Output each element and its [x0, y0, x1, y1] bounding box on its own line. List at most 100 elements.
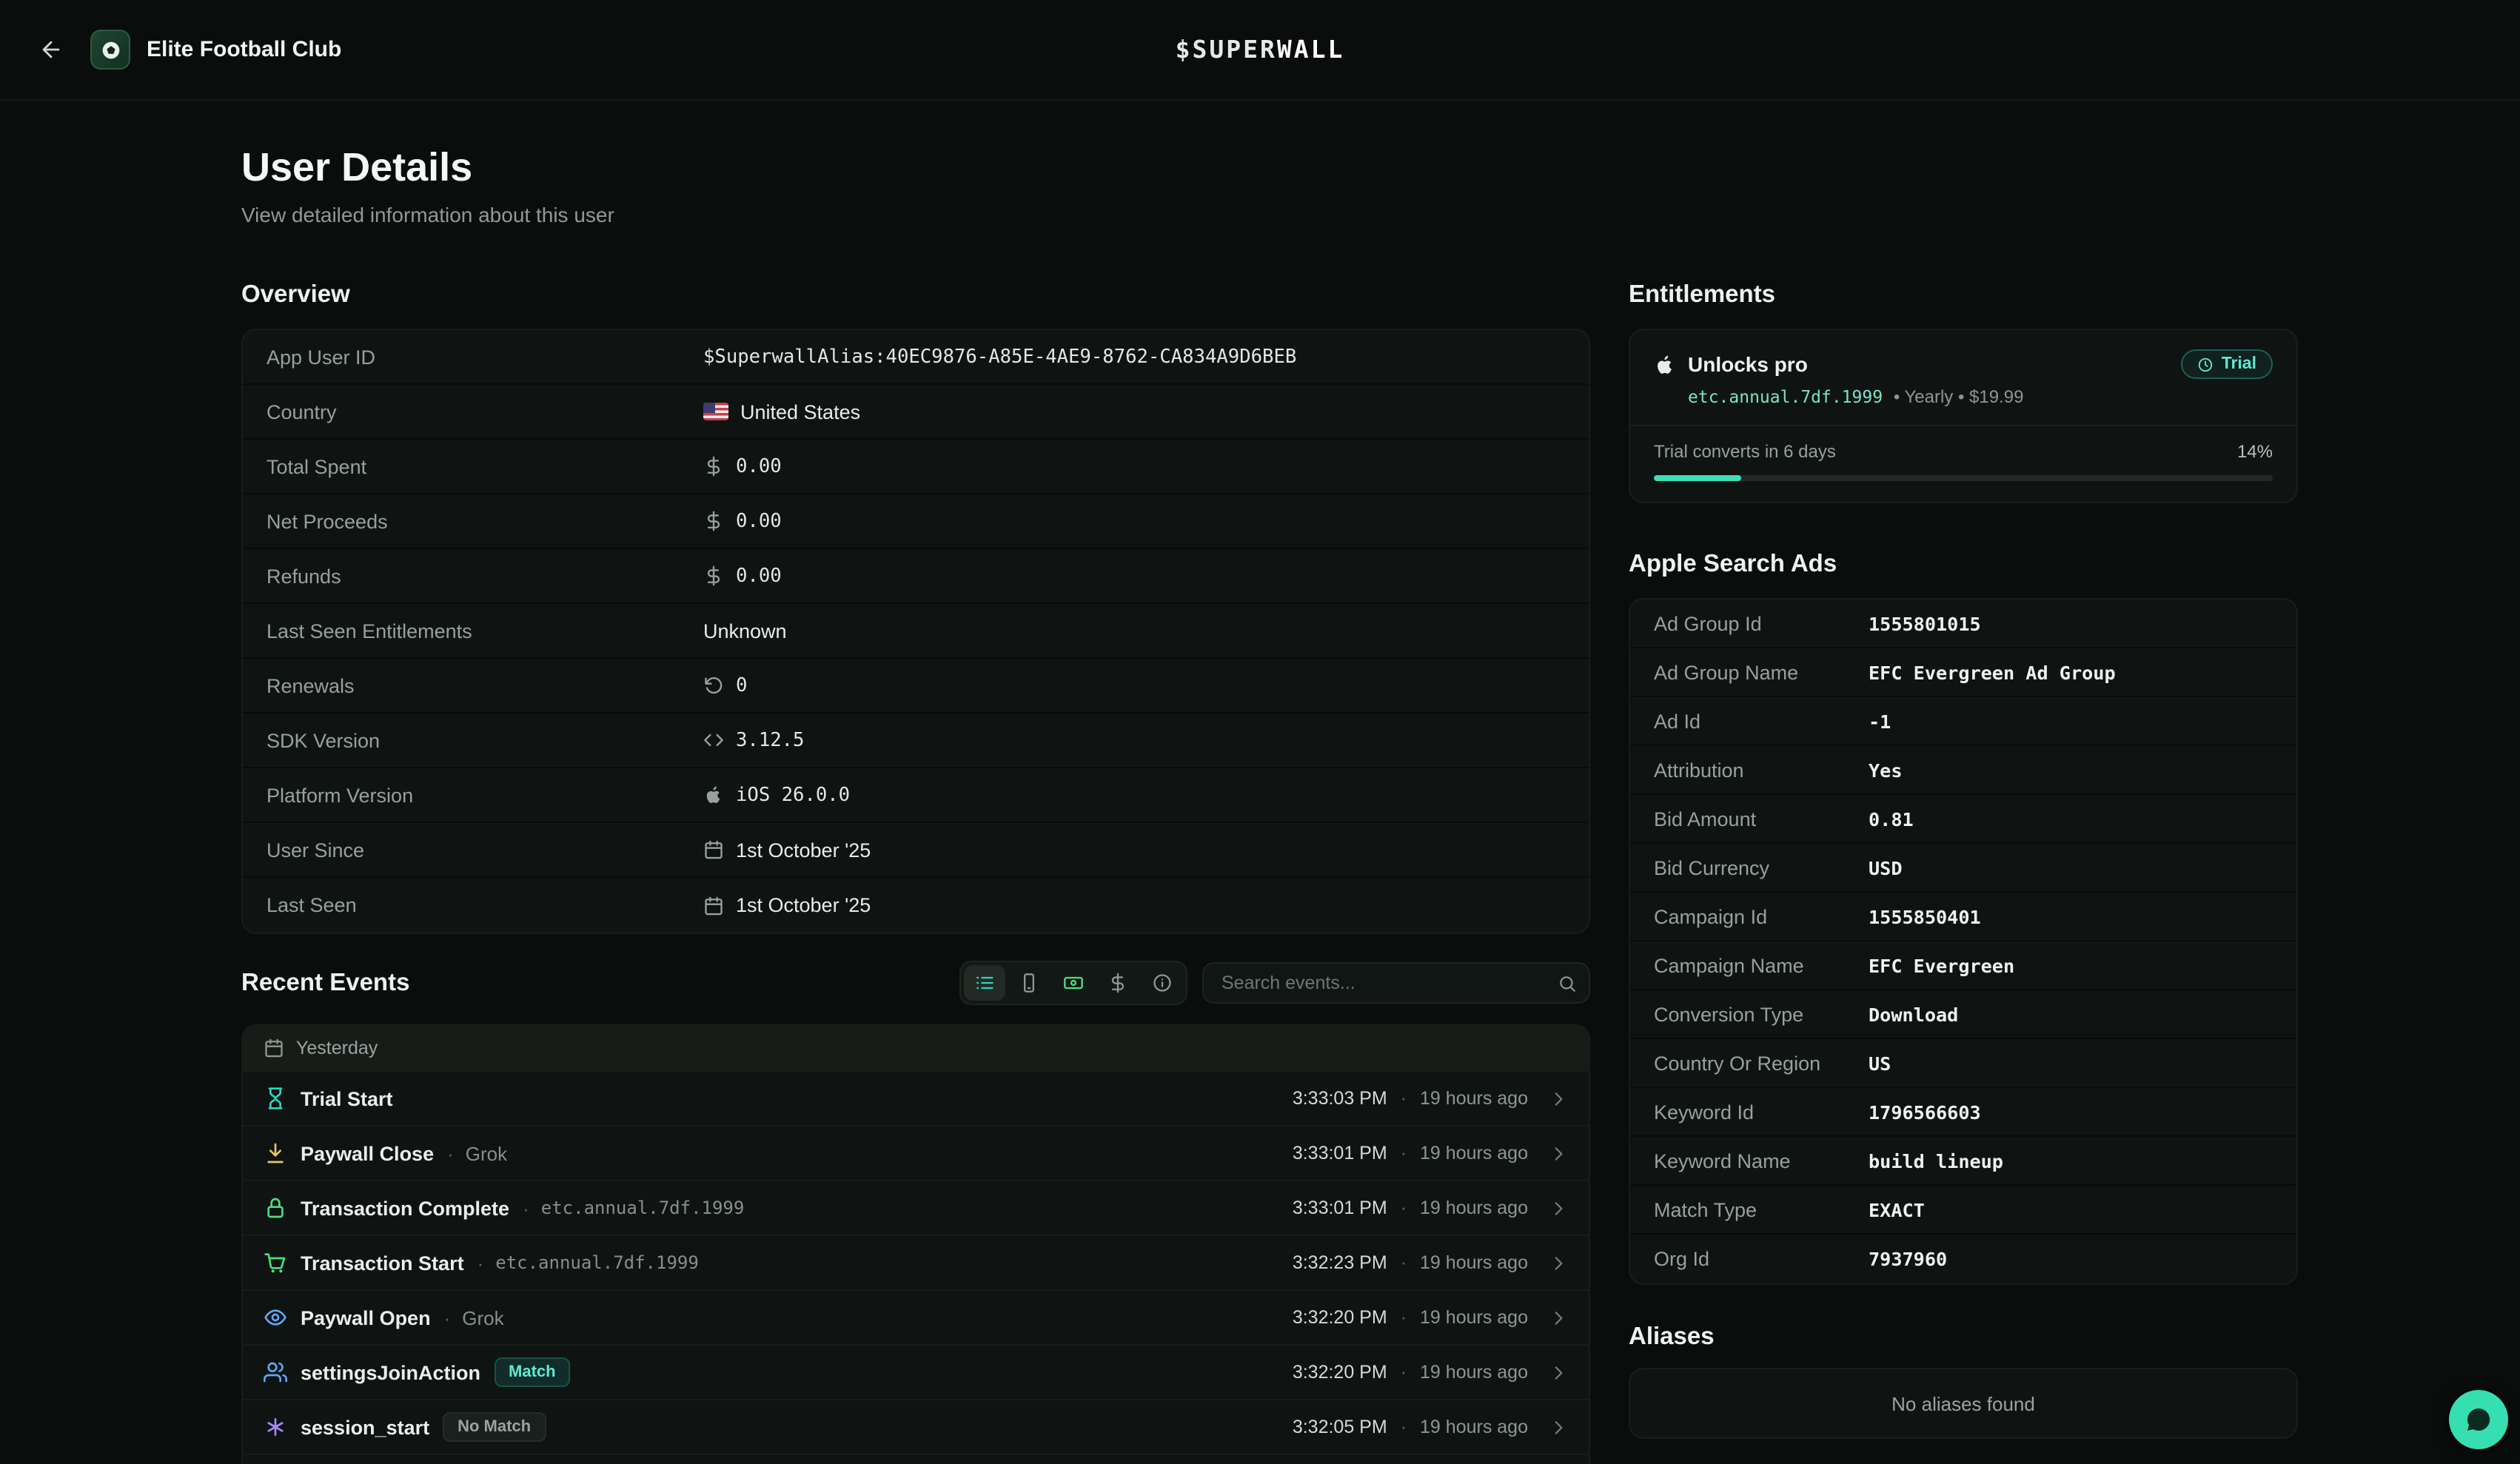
event-title: Transaction Start	[301, 1252, 464, 1274]
row-label: Campaign Id	[1654, 905, 1869, 927]
row-value-text: iOS 26.0.0	[736, 784, 850, 806]
chevron-right-icon	[1549, 1144, 1568, 1163]
right-column: Entitlements Unlocks pro Trial etc.annua…	[1629, 142, 2298, 1464]
events-view-button[interactable]	[1053, 965, 1094, 1001]
row-value-text: 0.00	[736, 510, 782, 532]
chevron-right-icon	[1549, 1198, 1568, 1218]
event-subtitle: Grok	[462, 1306, 503, 1329]
row-label: Ad Group Name	[1654, 661, 1869, 683]
events-view-button[interactable]	[1142, 965, 1183, 1001]
phone-icon	[1019, 973, 1039, 993]
events-list: Yesterday Trial Start ·	[241, 1024, 1590, 1464]
dot-separator: ·	[1401, 1198, 1407, 1218]
banknote-icon	[1063, 973, 1084, 993]
row-value: EFC Evergreen	[1869, 954, 2014, 976]
event-relative-time: 19 hours ago	[1420, 1252, 1528, 1273]
asa-row: Ad Group Name EFC Evergreen Ad Group	[1630, 648, 2296, 697]
row-value: 0	[703, 674, 747, 696]
events-rows: Trial Start · 3:33:03 PM · 19 hours ago	[243, 1070, 1589, 1464]
event-row[interactable]: Paywall Close · Grok 3:33:01 PM · 19 hou…	[243, 1125, 1589, 1180]
row-label: Last Seen	[267, 894, 703, 916]
aliases-empty-card: No aliases found	[1629, 1368, 2298, 1439]
dot-separator: ·	[1401, 1362, 1407, 1383]
chat-button[interactable]	[2449, 1390, 2508, 1449]
event-subtitle-wrap: · etc.annual.7df.1999	[477, 1252, 699, 1274]
product-detail: • Yearly • $19.99	[1894, 386, 2024, 407]
chevron-right-icon	[1549, 1308, 1568, 1327]
events-view-button[interactable]	[1008, 965, 1050, 1001]
event-row[interactable]: Transaction Complete · etc.annual.7df.19…	[243, 1180, 1589, 1235]
page-title: User Details	[241, 142, 1590, 192]
event-subtitle: etc.annual.7df.1999	[495, 1252, 699, 1273]
row-value: build lineup	[1869, 1149, 2003, 1172]
event-row[interactable]: Transaction Start · etc.annual.7df.1999 …	[243, 1235, 1589, 1289]
hourglass-icon	[264, 1087, 287, 1110]
info-icon	[1152, 973, 1173, 993]
apple-search-ads-heading: Apple Search Ads	[1629, 548, 2298, 580]
events-view-button[interactable]	[964, 965, 1005, 1001]
event-row[interactable]: settingsJoinAction · Match 3:32:20 PM · …	[243, 1344, 1589, 1399]
row-value: 0.00	[703, 565, 782, 587]
dot-separator: ·	[1401, 1417, 1407, 1437]
events-search	[1202, 962, 1590, 1004]
page-subtitle: View detailed information about this use…	[241, 201, 1590, 228]
row-label: Country	[267, 400, 703, 423]
back-button[interactable]	[33, 31, 70, 68]
trial-badge: Trial	[2182, 349, 2273, 379]
recent-events-heading: Recent Events	[241, 967, 409, 999]
event-row[interactable]: Paywall Open · Grok 3:32:20 PM · 19 hour…	[243, 1289, 1589, 1344]
trial-progress-section: Trial converts in 6 days 14%	[1630, 425, 2296, 502]
dot-separator: ·	[1401, 1143, 1407, 1164]
arrow-down-line-icon	[264, 1141, 287, 1165]
asa-row: Match Type EXACT	[1630, 1186, 2296, 1235]
event-title: Trial Start	[301, 1087, 393, 1109]
asa-row: Bid Currency USD	[1630, 844, 2296, 893]
superwall-logo: $SUPERWALL	[1176, 36, 1345, 64]
row-value: $SuperwallAlias:40EC9876-A85E-4AE9-8762-…	[703, 346, 1296, 368]
dot-separator: ·	[1401, 1307, 1407, 1328]
row-value-text: United States	[740, 400, 860, 423]
event-row[interactable]: Trial Start · 3:33:03 PM · 19 hours ago	[243, 1070, 1589, 1125]
event-time: 3:32:20 PM	[1293, 1307, 1387, 1328]
lock-icon	[264, 1196, 287, 1220]
dot-separator: ·	[1401, 1252, 1407, 1273]
arrow-left-icon	[38, 37, 64, 62]
aliases-empty-text: No aliases found	[1891, 1392, 2035, 1414]
app-identity[interactable]: Elite Football Club	[90, 30, 341, 70]
events-view-button[interactable]	[1097, 965, 1139, 1001]
main-content: User Details View detailed information a…	[0, 101, 2520, 1464]
app-name: Elite Football Club	[147, 37, 341, 62]
superwall-logo-wall: WALL	[1277, 36, 1345, 64]
row-label: Last Seen Entitlements	[267, 619, 703, 642]
dollar-sign-icon	[703, 511, 724, 531]
list-icon	[974, 973, 995, 993]
row-value: 1796566603	[1869, 1101, 1981, 1123]
row-value: 7937960	[1869, 1248, 1947, 1270]
asterisk-icon	[264, 1415, 287, 1439]
event-badge: Match	[494, 1357, 571, 1387]
row-value-text: $SuperwallAlias:40EC9876-A85E-4AE9-8762-…	[703, 346, 1296, 368]
overview-row: Net Proceeds 0.00	[243, 494, 1589, 549]
apple-search-ads-table: Ad Group Id 1555801015 Ad Group Name EFC…	[1629, 598, 2298, 1285]
overview-row: Refunds 0.00	[243, 549, 1589, 604]
event-subtitle: etc.annual.7df.1999	[541, 1198, 745, 1218]
asa-row: Country Or Region US	[1630, 1039, 2296, 1088]
event-row[interactable]: Session Start · 3:32:05 PM · 19 hours ag…	[243, 1454, 1589, 1464]
entitlement-card: Unlocks pro Trial etc.annual.7df.1999 • …	[1629, 329, 2298, 503]
events-group-header: Yesterday	[243, 1026, 1589, 1070]
row-value-text: 0	[736, 674, 747, 696]
event-time: 3:32:23 PM	[1293, 1252, 1387, 1273]
event-row[interactable]: session_start · No Match 3:32:05 PM · 19…	[243, 1399, 1589, 1454]
row-label: Attribution	[1654, 759, 1869, 781]
row-value: 1555850401	[1869, 905, 1981, 927]
recent-events-header: Recent Events	[241, 961, 1590, 1005]
events-search-input[interactable]	[1202, 962, 1590, 1004]
event-time: 3:33:01 PM	[1293, 1198, 1387, 1218]
clock-icon	[2198, 356, 2214, 372]
entitlement-header: Unlocks pro Trial	[1654, 349, 2273, 379]
asa-row: Campaign Name EFC Evergreen	[1630, 941, 2296, 990]
event-time: 3:32:20 PM	[1293, 1362, 1387, 1383]
row-value: Unknown	[703, 619, 787, 642]
row-label: App User ID	[267, 346, 703, 368]
row-label: User Since	[267, 839, 703, 861]
